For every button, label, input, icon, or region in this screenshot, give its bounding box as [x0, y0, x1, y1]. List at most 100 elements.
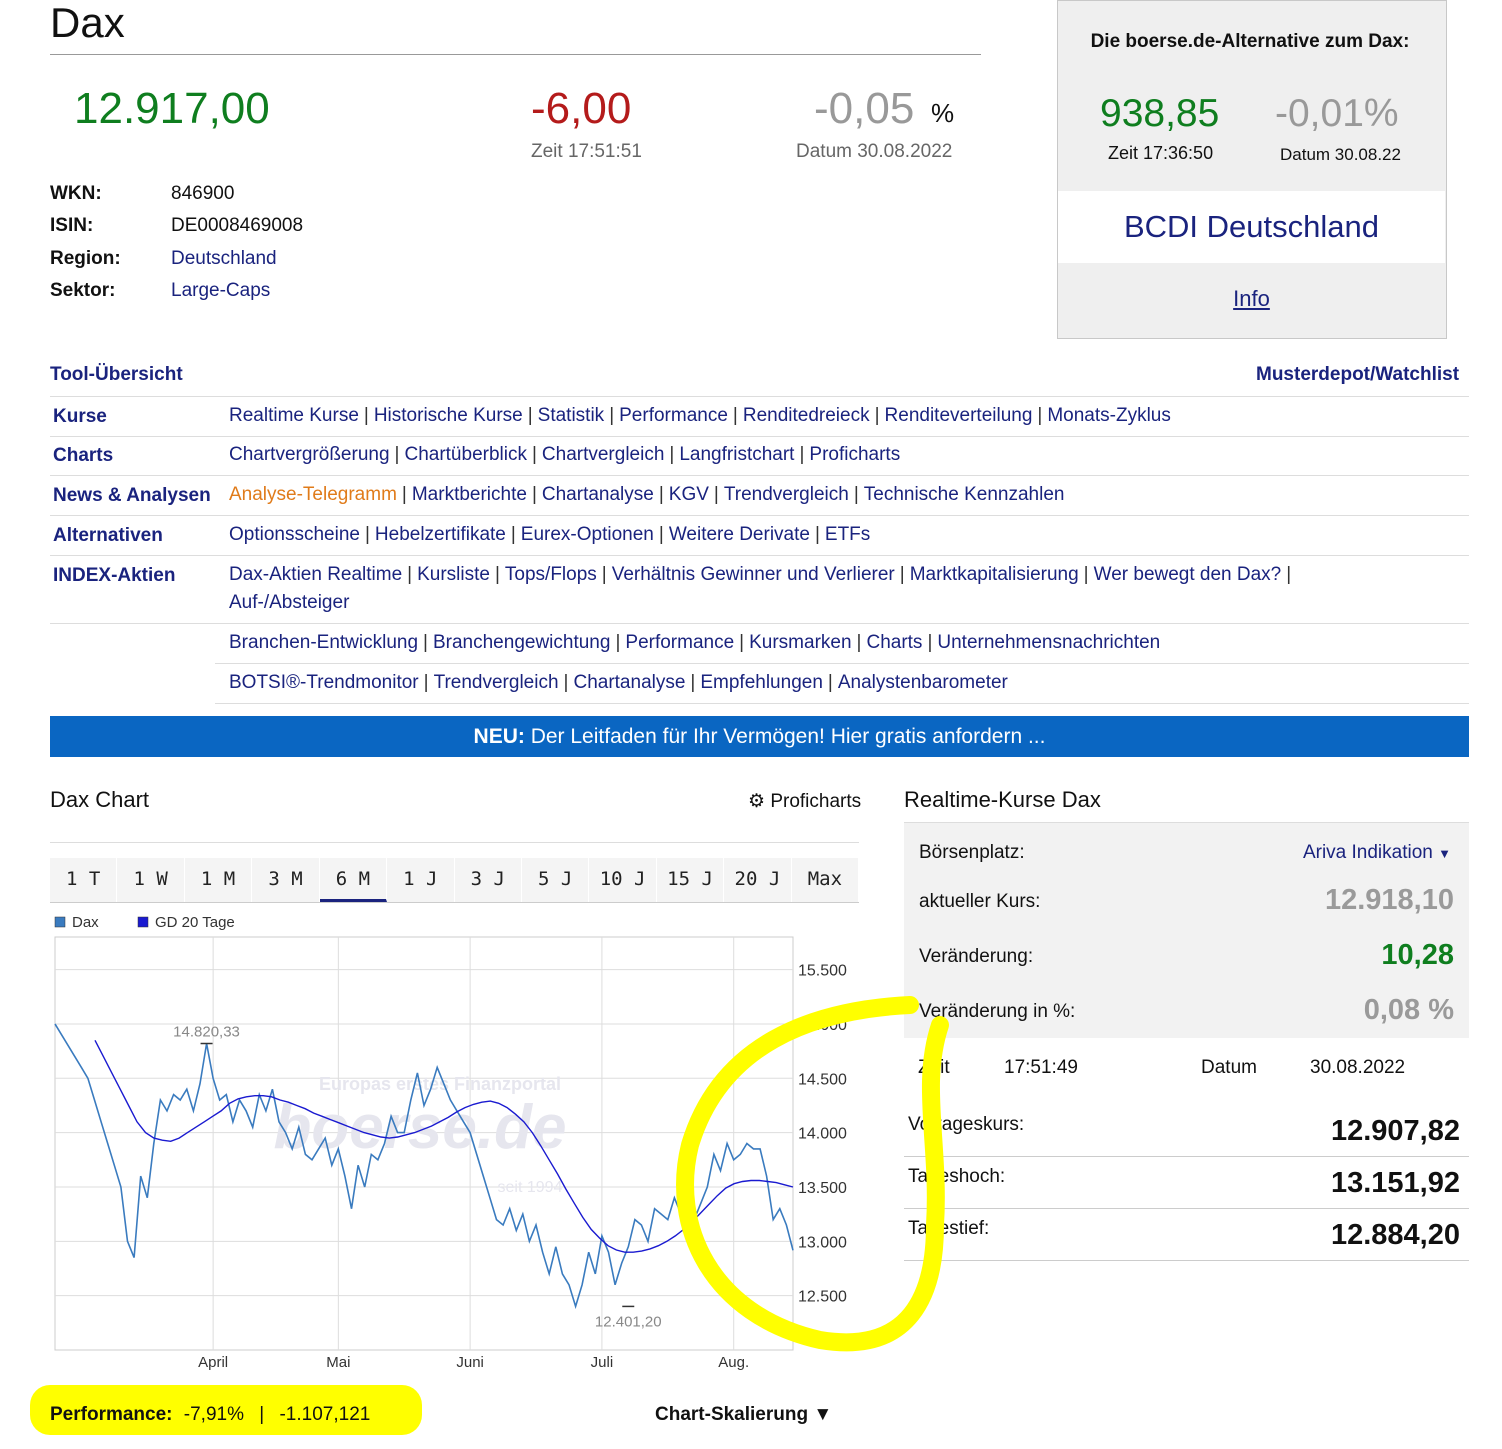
tool-links-botsi: BOTSI®-Trendmonitor | Trendvergleich | Chart… [229, 672, 1008, 693]
legend-label: Dax [72, 914, 99, 931]
link-renditeverteilung[interactable]: Renditeverteilung [885, 405, 1033, 426]
link-charts-index[interactable]: Charts [866, 632, 922, 653]
aktueller-kurs-label: aktueller Kurs: [919, 891, 1041, 912]
chart-title: Dax Chart [50, 787, 150, 812]
vortageskurs-value: 12.907,82 [1330, 1115, 1460, 1147]
link-weitere-derivate[interactable]: Weitere Derivate [669, 524, 810, 545]
isin-label: ISIN: [50, 215, 94, 236]
tool-links-news: Analyse-Telegramm | Marktberichte | Chartana… [229, 484, 1065, 505]
banner-new-label: NEU: [473, 725, 525, 748]
link-tops-flops[interactable]: Tops/Flops [505, 564, 597, 585]
link-analyse-telegramm[interactable]: Analyse-Telegramm [229, 484, 397, 505]
gear-icon: ⚙ [748, 791, 766, 812]
link-historische-kurse[interactable]: Historische Kurse [374, 405, 523, 426]
link-trendvergleich[interactable]: Trendvergleich [724, 484, 849, 505]
link-chartvergroesserung[interactable]: Chartvergrößerung [229, 444, 390, 465]
watchlist-link[interactable]: Musterdepot/Watchlist [1256, 364, 1459, 386]
link-eurex-optionen[interactable]: Eurex-Optionen [521, 524, 654, 545]
alternative-product-link[interactable]: BCDI Deutschland [1058, 209, 1445, 245]
link-marktkapitalisierung[interactable]: Marktkapitalisierung [910, 564, 1079, 585]
link-branchen-entwicklung[interactable]: Branchen-Entwicklung [229, 632, 418, 653]
link-kursmarken[interactable]: Kursmarken [749, 632, 851, 653]
chart-period-tabs: 1 T 1 W 1 M 3 M 6 M 1 J 3 J 5 J 10 J 15 … [50, 858, 860, 903]
tab-max[interactable]: Max [792, 858, 860, 902]
link-etfs[interactable]: ETFs [825, 524, 870, 545]
x-tick-label: Mai [326, 1354, 350, 1371]
tab-15j[interactable]: 15 J [657, 858, 725, 902]
tab-10j[interactable]: 10 J [589, 858, 657, 902]
link-chartanalyse[interactable]: Chartanalyse [542, 484, 654, 505]
tageshoch-row: Tageshoch: 13.151,92 [904, 1158, 1469, 1209]
tab-20j[interactable]: 20 J [724, 858, 792, 902]
proficharts-button[interactable]: ⚙ Proficharts [748, 790, 861, 813]
tab-1j[interactable]: 1 J [387, 858, 455, 902]
performance-value: -7,91% [183, 1404, 244, 1425]
veraenderung-label: Veränderung: [919, 946, 1034, 967]
link-chartanalyse-index[interactable]: Chartanalyse [573, 672, 685, 693]
link-performance-index[interactable]: Performance [625, 632, 734, 653]
performance-label: Performance: [50, 1404, 173, 1425]
boersenplatz-select[interactable]: Ariva Indikation ▼ [1303, 842, 1451, 864]
region-link[interactable]: Deutschland [171, 248, 277, 270]
price-change: -6,00 [531, 84, 632, 133]
link-auf-absteiger[interactable]: Auf-/Absteiger [229, 592, 349, 613]
link-performance[interactable]: Performance [619, 405, 728, 426]
x-tick-label: April [198, 1354, 228, 1371]
link-chartueberblick[interactable]: Chartüberblick [404, 444, 527, 465]
tab-1w[interactable]: 1 W [117, 858, 185, 902]
tool-links-index-aktien: Dax-Aktien Realtime | Kursliste | Tops/Flops… [229, 564, 1292, 613]
tab-3m[interactable]: 3 M [252, 858, 320, 902]
link-botsi-trendmonitor[interactable]: BOTSI®-Trendmonitor [229, 672, 419, 693]
link-technische-kennzahlen[interactable]: Technische Kennzahlen [864, 484, 1065, 505]
promo-banner[interactable]: NEU: Der Leitfaden für Ihr Vermögen! Hie… [50, 716, 1469, 757]
link-statistik[interactable]: Statistik [538, 405, 605, 426]
boersenplatz-value: Ariva Indikation [1302, 842, 1433, 863]
caret-down-icon: ▼ [1438, 846, 1451, 861]
link-gewinner-verlierer[interactable]: Verhältnis Gewinner und Verlierer [612, 564, 895, 585]
link-branchengewichtung[interactable]: Branchengewichtung [433, 632, 610, 653]
link-proficharts[interactable]: Proficharts [809, 444, 900, 465]
watermark-tagline: Europas erstes Finanzportal [319, 1074, 561, 1094]
tab-3j[interactable]: 3 J [455, 858, 522, 902]
link-kgv[interactable]: KGV [669, 484, 709, 505]
realtime-row-veraenderung: Veränderung: 10,28 [904, 939, 1469, 979]
price-date: Datum 30.08.2022 [796, 141, 953, 162]
highlight-circle-annotation [676, 996, 949, 1352]
alternative-change-percent: -0,01% [1275, 92, 1399, 135]
tool-row-botsi: BOTSI®-Trendmonitor | Trendvergleich | Chart… [215, 664, 1469, 704]
link-empfehlungen[interactable]: Empfehlungen [700, 672, 823, 693]
link-analystenbarometer[interactable]: Analystenbarometer [838, 672, 1008, 693]
tab-1m[interactable]: 1 M [185, 858, 253, 902]
alternative-info-link[interactable]: Info [1058, 286, 1445, 312]
vortageskurs-row: Vortageskurs: 12.907,82 [904, 1106, 1469, 1157]
link-hebelzertifikate[interactable]: Hebelzertifikate [375, 524, 506, 545]
link-optionsscheine[interactable]: Optionsscheine [229, 524, 360, 545]
tab-1t[interactable]: 1 T [50, 858, 118, 902]
wkn-label: WKN: [50, 183, 102, 204]
link-trendvergleich-index[interactable]: Trendvergleich [434, 672, 559, 693]
tab-6m[interactable]: 6 M [319, 858, 388, 902]
link-dax-aktien-realtime[interactable]: Dax-Aktien Realtime [229, 564, 402, 585]
link-chartvergleich[interactable]: Chartvergleich [542, 444, 665, 465]
link-wer-bewegt-den-dax[interactable]: Wer bewegt den Dax? [1094, 564, 1282, 585]
link-marktberichte[interactable]: Marktberichte [412, 484, 527, 505]
link-unternehmensnachrichten[interactable]: Unternehmensnachrichten [937, 632, 1160, 653]
percent-sign: % [931, 98, 955, 128]
annotation-label: 14.820,33 [173, 1024, 240, 1041]
chart-scaling-dropdown[interactable]: Chart-Skalierung ▼ [655, 1404, 832, 1426]
annotation-label: 12.401,20 [595, 1313, 662, 1330]
tool-links-alternativen: Optionsscheine | Hebelzertifikate | Eurex-Op… [229, 524, 871, 545]
aktueller-kurs-value: 12.918,10 [1324, 884, 1454, 916]
tool-row-kurse: Kurse Realtime Kurse | Historische Kurse | S… [50, 396, 1469, 437]
sektor-link[interactable]: Large-Caps [171, 280, 270, 302]
link-renditedreieck[interactable]: Renditedreieck [743, 405, 870, 426]
link-monats-zyklus[interactable]: Monats-Zyklus [1047, 405, 1171, 426]
tab-5j[interactable]: 5 J [522, 858, 590, 902]
link-realtime-kurse[interactable]: Realtime Kurse [229, 405, 359, 426]
chart-header-divider [50, 842, 859, 843]
tool-category-kurse: Kurse [53, 406, 107, 427]
link-langfristchart[interactable]: Langfristchart [679, 444, 794, 465]
x-tick-label: Juli [591, 1354, 614, 1371]
isin-value: DE0008469008 [171, 215, 304, 236]
link-kursliste[interactable]: Kursliste [417, 564, 490, 585]
